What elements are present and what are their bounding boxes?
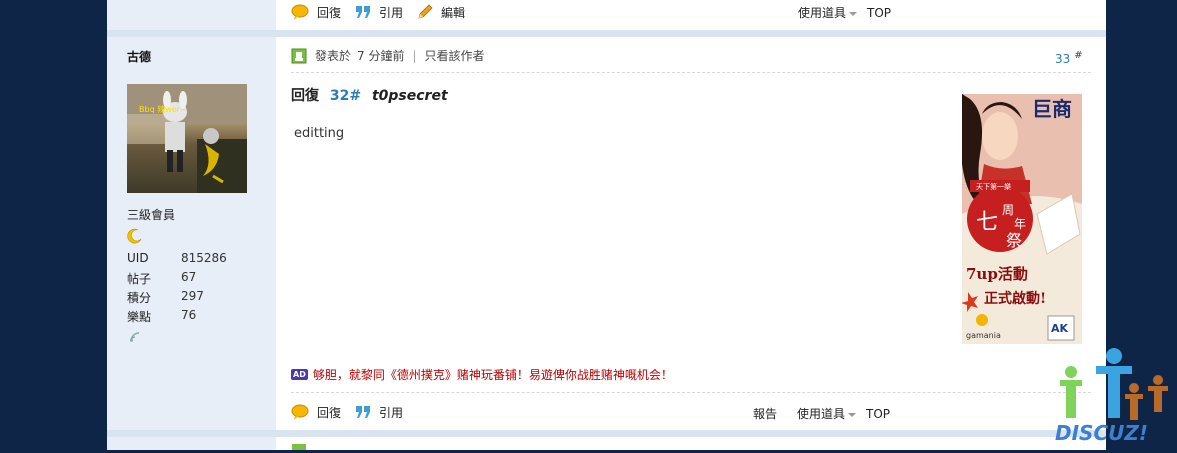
top-link[interactable]: TOP bbox=[867, 6, 891, 20]
stat-value: 76 bbox=[181, 308, 197, 322]
title-prefix: 回復 bbox=[291, 88, 319, 104]
thread-page: 回復 引用 編輯 使用道具 TOP 古德 Bbq 辣wer~ 三級會員 UID … bbox=[107, 0, 1106, 450]
floor-number[interactable]: 33 # bbox=[1055, 50, 1083, 66]
reply-label: 回復 bbox=[317, 405, 342, 420]
user-rank: 三級會員 bbox=[127, 208, 176, 222]
ad-banner[interactable]: 巨商 天下第一樂 七 周 年 祭 7up活動 正式啟動! gamania AK bbox=[962, 94, 1082, 344]
stat-label: 積分 bbox=[127, 291, 152, 305]
ad-line2: 正式啟動! bbox=[984, 290, 1046, 307]
post-meta: 發表於 7 分鐘前 | 只看該作者 bbox=[291, 47, 485, 64]
title-user: t0psecret bbox=[371, 88, 448, 104]
stat-label: 帖子 bbox=[127, 272, 152, 286]
title-floor-link[interactable]: 32# bbox=[330, 88, 361, 104]
floor-mark: # bbox=[1074, 50, 1083, 61]
tools-label: 使用道具 bbox=[798, 6, 847, 20]
post-content: editting bbox=[294, 126, 345, 141]
stat-value[interactable]: 67 bbox=[181, 270, 196, 289]
posted-prefix: 發表於 bbox=[315, 49, 352, 63]
quote-icon bbox=[356, 406, 371, 418]
chevron-down-icon bbox=[849, 11, 858, 16]
ad-seal-char: 七 bbox=[976, 210, 998, 235]
report-link[interactable]: 報告 bbox=[753, 405, 777, 422]
tools-menu[interactable]: 使用道具 bbox=[787, 405, 857, 422]
quote-button[interactable]: 引用 bbox=[355, 4, 403, 21]
stat-label: 樂點 bbox=[127, 310, 152, 324]
post-divider bbox=[107, 430, 1106, 437]
only-author-link[interactable]: 只看該作者 bbox=[425, 47, 485, 64]
ad-line1: 7up活動 bbox=[966, 265, 1028, 283]
ad-seal-char: 祭 bbox=[1006, 231, 1022, 250]
reply-icon bbox=[291, 4, 309, 20]
separator: | bbox=[412, 48, 417, 63]
avatar-image: Bbq 辣wer~ bbox=[127, 84, 247, 193]
reply-button[interactable]: 回復 bbox=[291, 404, 341, 421]
ad-banner-image: 巨商 天下第一樂 七 周 年 祭 7up活動 正式啟動! gamania AK bbox=[962, 94, 1082, 344]
stat-value: 815286 bbox=[181, 251, 227, 265]
ad-tag: AD bbox=[291, 369, 308, 380]
stat-row: 帖子 67 bbox=[127, 270, 227, 289]
ad-text-link[interactable]: AD 够胆，就黎同《德州撲克》赌神玩番铺！易遊俾你战胜赌神嘅机会！ bbox=[291, 366, 673, 383]
reply-icon bbox=[291, 404, 309, 420]
reply-button[interactable]: 回復 bbox=[291, 4, 341, 21]
stat-row: 樂點 76 bbox=[127, 308, 227, 327]
avatar[interactable]: Bbq 辣wer~ bbox=[127, 84, 247, 193]
prev-post-actions: 回復 引用 編輯 bbox=[291, 0, 479, 24]
ad-seal-char: 周 bbox=[1002, 203, 1014, 217]
moon-icon bbox=[127, 228, 143, 247]
quote-label: 引用 bbox=[379, 405, 404, 420]
prev-post-sidebar bbox=[107, 0, 276, 30]
ad-seal-top: 天下第一樂 bbox=[976, 182, 1011, 191]
post-actions: 回復 引用 bbox=[291, 400, 417, 424]
post-title: 回復 32# t0psecret bbox=[291, 85, 448, 105]
footer-divider bbox=[291, 392, 1091, 393]
post-icon bbox=[291, 48, 307, 63]
pencil-icon bbox=[418, 4, 433, 19]
quote-icon bbox=[356, 6, 371, 18]
floor-value: 33 bbox=[1055, 52, 1071, 66]
discuz-wordmark: DISCUZ! bbox=[1055, 421, 1148, 445]
edit-label: 編輯 bbox=[441, 5, 466, 20]
quote-label: 引用 bbox=[379, 5, 404, 20]
tools-menu[interactable]: 使用道具 bbox=[788, 4, 858, 21]
ad-brand1: gamania bbox=[966, 331, 1001, 340]
stat-row: UID 815286 bbox=[127, 251, 227, 270]
avatar-caption: Bbq 辣wer~ bbox=[139, 104, 187, 114]
posted-time: 7 分鐘前 bbox=[357, 49, 405, 63]
ad-text: 够胆，就黎同《德州撲克》赌神玩番铺！易遊俾你战胜赌神嘅机会！ bbox=[312, 368, 673, 382]
user-stats: UID 815286 帖子 67 積分 297 樂點 76 bbox=[127, 251, 227, 327]
top-link[interactable]: TOP bbox=[866, 407, 890, 421]
header-divider bbox=[291, 72, 1091, 73]
edit-button[interactable]: 編輯 bbox=[417, 4, 465, 21]
author-name[interactable]: 古德 bbox=[127, 48, 151, 65]
post-divider bbox=[107, 30, 1106, 37]
ad-brand2: AK bbox=[1051, 322, 1069, 335]
discuz-logo: DISCUZ! bbox=[1052, 348, 1177, 450]
ad-banner-title: 巨商 bbox=[1032, 97, 1072, 121]
next-post-sidebar bbox=[107, 437, 276, 450]
signal-icon[interactable] bbox=[129, 331, 141, 346]
stat-row: 積分 297 bbox=[127, 289, 227, 308]
reply-label: 回復 bbox=[317, 5, 342, 20]
prev-post-right-actions: 使用道具 TOP bbox=[778, 4, 891, 21]
tools-label: 使用道具 bbox=[797, 407, 846, 421]
stat-label: UID bbox=[127, 251, 149, 265]
post-right-actions: 報告 使用道具 TOP bbox=[743, 405, 890, 422]
stat-value: 297 bbox=[181, 289, 204, 303]
chevron-down-icon bbox=[848, 412, 857, 417]
quote-button[interactable]: 引用 bbox=[355, 404, 403, 421]
post-icon bbox=[292, 444, 306, 450]
ad-seal-char: 年 bbox=[1014, 217, 1026, 231]
